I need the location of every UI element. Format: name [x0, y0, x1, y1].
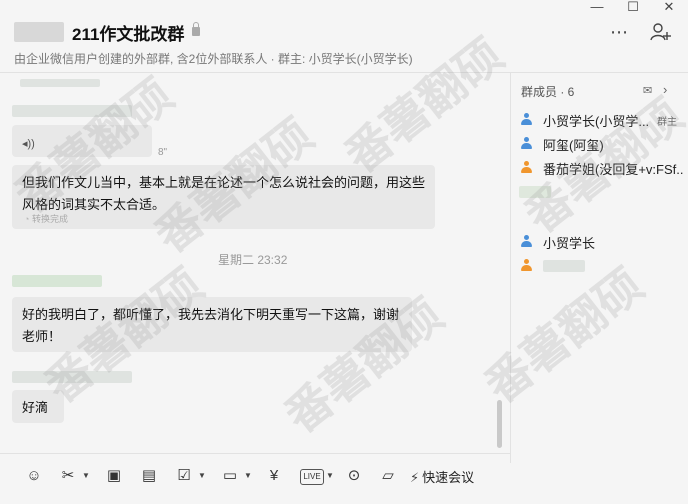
time-divider: 星期二 23:32 [218, 253, 288, 267]
chat-header: 211作文批改群 由企业微信用户创建的外部群, 含2位外部联系人 · 群主: 小… [0, 0, 688, 70]
chevron-down-icon[interactable]: ▼ [326, 466, 334, 486]
member-name: 番茄学姐(没回复+v:FSf... [543, 162, 683, 177]
check-icon: ◔ [24, 214, 32, 224]
voice-duration: 8" [158, 147, 168, 158]
chevron-down-icon[interactable]: ▼ [244, 466, 252, 486]
blurred-sender [12, 275, 102, 287]
blurred-sender [12, 105, 132, 117]
blurred-sender [20, 79, 100, 87]
red-envelope-icon[interactable]: ¥ [264, 466, 284, 486]
close-button[interactable]: ✕ [659, 0, 679, 16]
lightning-icon: ⚡ [410, 470, 420, 485]
message-bubble[interactable]: 但我们作文儿当中，基本上就是在论述一个怎么说社会的问题，用这些风格的词其实不太合… [12, 165, 435, 229]
member-item[interactable]: 阿玺(阿玺) [519, 134, 684, 154]
member-panel: 群成员 · 6 ✉ › 小贸学长(小贸学... 群主 阿玺(阿玺) 番茄学姐(没… [511, 73, 688, 463]
quick-meeting-label: 快速会议 [422, 470, 475, 485]
input-toolbar: ☺ ✂ ▼ ▣ ▤ ☑ ▼ ▭ ▼ ¥ LIVE ▼ ⊙ ▱ ⚡ 快速会议 [0, 454, 510, 504]
scissors-icon[interactable]: ✂ [58, 466, 78, 486]
member-item[interactable] [519, 182, 684, 202]
group-subtitle: 由企业微信用户创建的外部群, 含2位外部联系人 · 群主: 小贸学长(小贸学长) [14, 52, 413, 66]
todo-icon[interactable]: ☑ [174, 466, 194, 486]
person-icon [521, 259, 532, 272]
image-icon[interactable]: ▣ [104, 466, 124, 486]
person-icon [521, 113, 532, 126]
maximize-button[interactable]: ☐ [623, 0, 643, 16]
message-bubble[interactable]: 好滴 [12, 390, 64, 423]
lock-icon [192, 22, 200, 36]
status-text: 转换完成 [31, 214, 68, 224]
person-icon [521, 235, 532, 248]
message-text: 但我们作文儿当中，基本上就是在论述一个怎么说社会的问题，用这些风格的词其实不太合… [22, 175, 426, 212]
message-list[interactable]: ◂)) 8" 但我们作文儿当中，基本上就是在论述一个怎么说社会的问题，用这些风格… [0, 73, 510, 453]
emoji-icon[interactable]: ☺ [24, 466, 44, 486]
owner-badge: 群主 [657, 117, 677, 128]
person-icon [521, 161, 532, 174]
more-icon[interactable]: ⊙ [344, 466, 364, 486]
member-item[interactable]: 小贸学长 [519, 232, 684, 252]
minimize-button[interactable]: — [587, 0, 607, 16]
add-member-button[interactable] [650, 22, 672, 47]
screen-share-icon[interactable]: ▱ [378, 466, 398, 486]
message-text: 好滴 [22, 400, 49, 415]
member-name: 阿玺(阿玺) [543, 138, 604, 153]
message-icon[interactable]: ✉ [643, 84, 652, 97]
group-title[interactable]: 211作文批改群 [72, 20, 184, 45]
chevron-right-icon[interactable]: › [663, 82, 667, 97]
member-count: 群成员 · 6 [521, 85, 575, 99]
person-add-icon [650, 23, 671, 41]
quick-meeting-button[interactable]: ⚡ 快速会议 [410, 467, 474, 486]
member-name: 小贸学长 [543, 236, 596, 251]
person-icon [521, 137, 532, 150]
message-text: 好的我明白了，都听懂了，我先去消化下明天重写一下这篇，谢谢老师！ [22, 307, 400, 344]
voice-message[interactable]: ◂)) [12, 125, 152, 157]
blurred-member [543, 260, 585, 272]
member-name: 小贸学长(小贸学... [543, 114, 650, 129]
transcribe-status: ◔ 转换完成 [24, 212, 68, 225]
member-item[interactable] [519, 256, 684, 276]
live-icon[interactable]: LIVE [300, 469, 324, 485]
blurred-sender [12, 371, 132, 383]
message-bubble[interactable]: 好的我明白了，都听懂了，我先去消化下明天重写一下这篇，谢谢老师！ [12, 297, 412, 352]
chevron-down-icon[interactable]: ▼ [82, 466, 90, 486]
blurred-member [519, 186, 551, 198]
chevron-down-icon[interactable]: ▼ [198, 466, 206, 486]
voice-wave-icon: ◂)) [22, 138, 35, 150]
folder-icon[interactable]: ▭ [220, 466, 240, 486]
document-icon[interactable]: ▤ [139, 466, 159, 486]
more-options-button[interactable]: ⋯ [610, 22, 628, 43]
group-avatar[interactable] [14, 22, 64, 42]
member-item[interactable]: 番茄学姐(没回复+v:FSf... [519, 158, 684, 178]
member-item[interactable]: 小贸学长(小贸学... 群主 [519, 110, 684, 130]
chat-scrollbar[interactable] [497, 400, 502, 448]
